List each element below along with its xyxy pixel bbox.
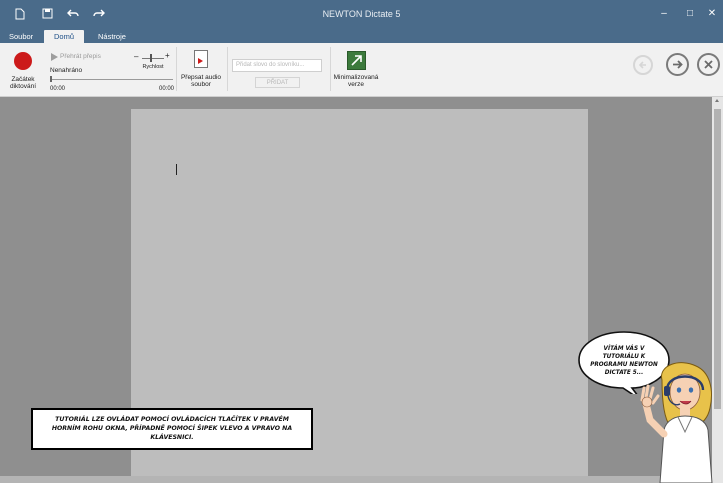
text-caret [176,164,177,175]
minimized-version-button[interactable]: Minimalizovaná verze [330,74,382,88]
minimize-view-icon[interactable] [347,51,366,70]
app-title: NEWTON Dictate 5 [322,9,401,19]
play-transcript-button[interactable]: Přehrát přepis [60,53,101,60]
maximize-button[interactable]: □ [679,6,701,22]
title-bar: NEWTON Dictate 5 – □ ✕ [0,0,723,30]
tutorial-assistant-character [640,362,713,483]
speed-label: Rychlost [142,64,164,70]
time-end: 00:00 [159,86,175,92]
arrow-right-circle-icon [673,60,683,69]
ribbon-separator [227,47,228,91]
scroll-up-icon[interactable] [715,99,719,102]
ribbon-separator [176,47,177,91]
speed-increase[interactable]: + [165,52,170,60]
record-label: Začátek diktování [9,76,37,90]
play-icon[interactable] [51,53,58,61]
tutorial-forward-button[interactable] [666,53,689,76]
playback-slider-thumb[interactable] [50,76,52,82]
recording-status: Nenahráno [50,67,83,74]
close-button[interactable]: ✕ [701,6,723,22]
close-circle-icon [704,60,713,69]
speed-decrease[interactable]: – [134,53,138,61]
tab-domu[interactable]: Domů [44,30,84,43]
tutorial-back-button[interactable] [633,55,653,75]
dictionary-input[interactable]: Přidat slovo do slovníku... [232,59,322,72]
time-start: 00:00 [50,86,66,92]
tab-soubor[interactable]: Soubor [3,30,39,43]
tutorial-instruction-box: TUTORIÁL LZE OVLÁDAT POMOCÍ OVLÁDACÍCH T… [31,408,313,450]
menu-tabs: Soubor Domů Nástroje [0,30,723,43]
status-bar [0,476,712,483]
minimize-button[interactable]: – [653,6,675,22]
arrow-left-circle-icon [638,61,646,69]
tab-nastroje[interactable]: Nástroje [92,30,132,43]
dictionary-placeholder: Přidat slovo do slovníku... [236,62,305,68]
ribbon: Začátek diktování Přehrát přepis Nenahrá… [0,43,723,97]
playback-slider[interactable] [50,79,173,80]
transcribe-audio-button[interactable]: Přepsat audio soubor [178,74,224,88]
record-button[interactable] [14,52,32,70]
tutorial-close-button[interactable] [697,53,720,76]
audio-file-icon[interactable] [194,50,208,68]
add-word-button[interactable]: PŘIDAT [255,77,300,88]
speed-slider[interactable] [142,58,164,59]
speed-slider-thumb[interactable] [150,54,152,62]
